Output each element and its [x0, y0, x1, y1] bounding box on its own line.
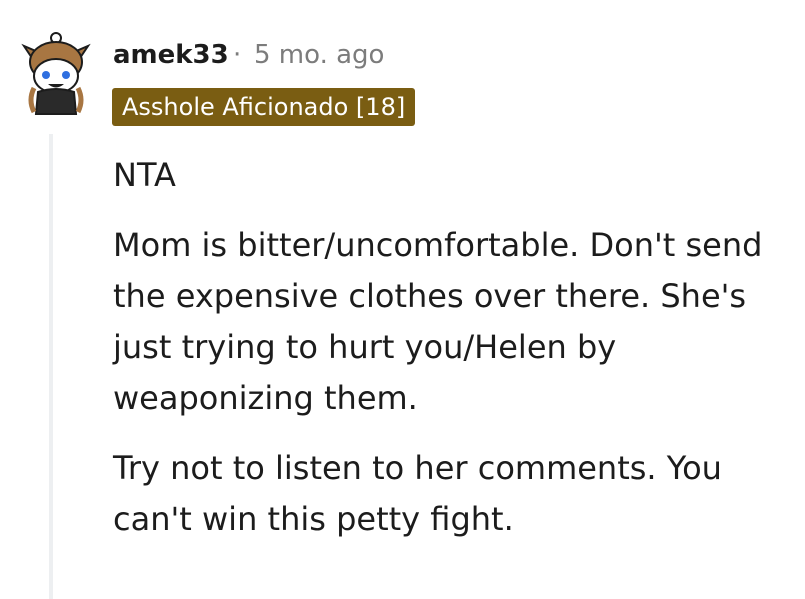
user-flair-badge: Asshole Aficionado [18] [112, 88, 416, 126]
comment-paragraph: Try not to listen to her comments. You c… [113, 449, 722, 538]
comment-paragraph: NTA [113, 156, 176, 194]
comment-timestamp[interactable]: 5 mo. ago [254, 38, 384, 72]
snoo-owl-avatar-icon [21, 32, 91, 115]
author-username[interactable]: amek33 [113, 38, 229, 72]
comment-body: NTA Mom is bitter/uncomfortable. Don't s… [113, 150, 803, 564]
meta-separator: · [233, 40, 242, 70]
thread-collapse-line[interactable] [49, 134, 53, 599]
comment-paragraph: Mom is bitter/uncomfortable. Don't send … [113, 226, 763, 417]
comment: amek33 · 5 mo. ago Asshole Aficionado [1… [0, 0, 805, 599]
avatar[interactable] [18, 28, 94, 116]
